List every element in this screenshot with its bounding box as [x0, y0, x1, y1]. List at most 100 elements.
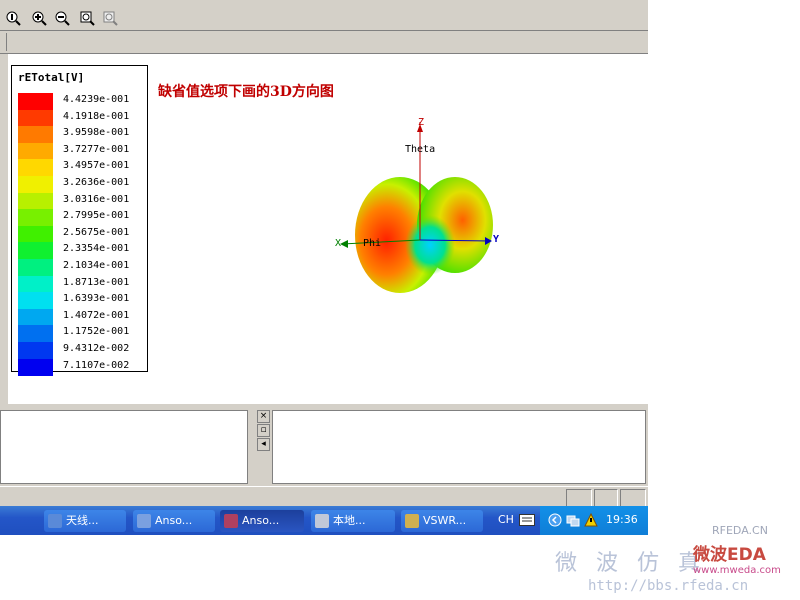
legend-row: 1.6393e-001	[18, 292, 143, 310]
watermark-chinese: 微 波 仿 真	[555, 551, 706, 576]
legend-row: 2.5675e-001	[18, 225, 143, 243]
zoom-previous-icon[interactable]	[101, 9, 119, 27]
legend-value: 2.7995e-001	[63, 210, 130, 222]
legend-value: 3.2636e-001	[63, 177, 130, 188]
legend-value: 3.7277e-001	[63, 143, 130, 155]
legend-value: 3.0316e-001	[63, 193, 130, 205]
legend-title: rETotal[V]	[18, 71, 85, 84]
scroll-left-icon[interactable]: ◂	[257, 438, 270, 451]
input-language[interactable]: CH	[498, 513, 514, 526]
taskbar-button-label: Anso...	[242, 514, 280, 527]
legend-row: 3.4957e-001	[18, 159, 143, 177]
taskbar-button[interactable]: 本地...	[311, 510, 395, 532]
status-bar	[0, 486, 648, 507]
pane-splitter[interactable]: × ▫ ◂	[256, 410, 270, 482]
legend-swatch	[18, 159, 53, 177]
legend-row: 1.1752e-001	[18, 325, 143, 343]
axis-y-label: Y	[493, 234, 500, 245]
status-cell-3	[620, 489, 646, 507]
legend-swatch	[18, 142, 53, 160]
legend-value: 1.8713e-001	[63, 276, 130, 288]
legend-row: 1.8713e-001	[18, 275, 143, 293]
legend-value: 7.1107e-002	[63, 359, 130, 371]
app-icon	[224, 514, 238, 528]
network-icon[interactable]	[566, 513, 580, 527]
taskbar-button-label: 本地...	[333, 514, 366, 527]
legend-swatch	[18, 308, 53, 326]
legend-row: 3.0316e-001	[18, 192, 143, 210]
progress-pane[interactable]	[272, 410, 646, 484]
legend-swatch	[18, 109, 53, 127]
legend-swatch	[18, 275, 53, 293]
zoom-out-icon[interactable]	[53, 9, 71, 27]
legend-swatch	[18, 325, 53, 343]
axis-z-label: Z	[418, 117, 425, 128]
taskbar-button[interactable]: 天线...	[44, 510, 126, 532]
legend-row: 2.3354e-001	[18, 242, 143, 260]
hfss-window: rETotal[V] 4.4239e-001 4.1918e-001 3.9598e…	[0, 0, 648, 507]
taskbar-button-label: VSWR...	[423, 514, 467, 527]
legend-swatch	[18, 292, 53, 310]
legend-row: 7.1107e-002	[18, 358, 143, 376]
message-pane[interactable]	[0, 410, 248, 484]
strip-grip[interactable]	[0, 33, 7, 51]
phi-label: Phi	[363, 238, 382, 249]
taskbar-button-label: 天线...	[66, 514, 99, 527]
legend-swatch	[18, 176, 53, 193]
view-tab-strip	[0, 31, 648, 54]
taskbar-button[interactable]: VSWR...	[401, 510, 483, 532]
legend-swatch	[18, 342, 53, 359]
legend-swatch	[18, 209, 53, 227]
legend-swatch	[18, 93, 53, 110]
taskbar-button[interactable]: Anso...	[133, 510, 215, 532]
status-cell-2	[594, 489, 618, 507]
zoom-toolbar	[0, 7, 648, 31]
clock: 19:36	[606, 513, 638, 526]
legend-swatch	[18, 242, 53, 260]
zoom-window-icon[interactable]	[78, 9, 96, 27]
theta-label: Theta	[405, 144, 436, 155]
legend-swatch	[18, 259, 53, 276]
legend-value: 2.1034e-001	[63, 260, 130, 271]
taskbar-button[interactable]: Anso...	[220, 510, 304, 532]
warning-icon[interactable]	[584, 513, 598, 527]
legend-row: 2.7995e-001	[18, 209, 143, 227]
radiation-pattern-3d[interactable]: Z Theta Y X Phi	[330, 110, 510, 310]
legend-swatch	[18, 358, 53, 376]
plot-title: 缺省值选项下画的3D方向图	[158, 84, 334, 100]
legend-row: 2.1034e-001	[18, 259, 143, 276]
color-legend: rETotal[V] 4.4239e-001 4.1918e-001 3.9598e…	[11, 65, 148, 376]
app-icon	[405, 514, 419, 528]
axis-x-label: X	[335, 238, 342, 249]
legend-value: 1.4072e-001	[63, 309, 130, 321]
legend-row: 4.4239e-001	[18, 93, 143, 110]
tray-arrow-icon[interactable]	[548, 513, 562, 527]
keyboard-icon[interactable]	[519, 514, 535, 526]
watermark-eda: 微波EDA	[693, 545, 766, 565]
legend-swatch	[18, 225, 53, 243]
legend-row: 9.4312e-002	[18, 342, 143, 359]
watermark-rfeda: RFEDA.CN	[712, 524, 768, 537]
restore-pane-icon[interactable]: ▫	[257, 424, 270, 437]
pattern-core	[405, 215, 455, 275]
app-icon	[137, 514, 151, 528]
fit-all-icon[interactable]	[4, 9, 22, 27]
legend-value: 4.1918e-001	[63, 110, 130, 122]
watermark-site: www.mweda.com	[693, 565, 781, 576]
legend-swatch	[18, 126, 53, 144]
legend-value: 2.5675e-001	[63, 226, 130, 238]
watermark-url: http://bbs.rfeda.cn	[588, 578, 749, 594]
legend-swatch	[18, 192, 53, 210]
legend-value: 3.9598e-001	[63, 127, 130, 139]
legend-row: 1.4072e-001	[18, 308, 143, 326]
taskbar-button-label: Anso...	[155, 514, 193, 527]
app-icon	[315, 514, 329, 528]
legend-value: 3.4957e-001	[63, 160, 130, 172]
close-pane-icon[interactable]: ×	[257, 410, 270, 423]
zoom-in-icon[interactable]	[30, 9, 48, 27]
legend-value: 1.1752e-001	[63, 326, 130, 338]
legend-value: 4.4239e-001	[63, 94, 130, 105]
legend-value: 9.4312e-002	[63, 343, 130, 354]
legend-row: 3.9598e-001	[18, 126, 143, 144]
legend-row: 4.1918e-001	[18, 109, 143, 127]
